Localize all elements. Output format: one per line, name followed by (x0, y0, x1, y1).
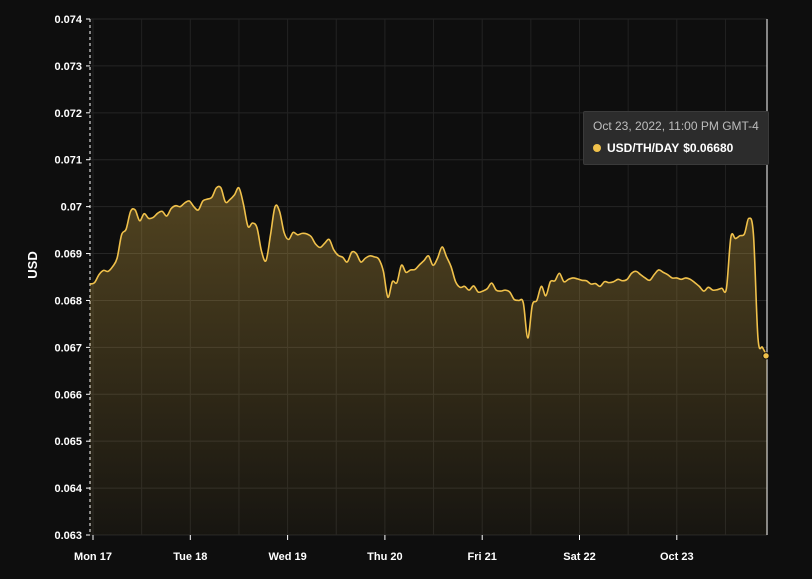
y-axis-ticks: 0.063 0.064 0.065 0.066 0.067 0.068 0.069 0.07 0… (54, 14, 90, 542)
x-tick-label: Wed 19 (268, 551, 306, 563)
x-tick-label: Tue 18 (173, 551, 207, 563)
y-tick-label: 0.071 (54, 155, 82, 167)
x-tick-label: Oct 23 (660, 551, 694, 563)
y-tick-label: 0.074 (54, 14, 82, 26)
tooltip-series-name: USD/TH/DAY (607, 141, 680, 155)
hover-tooltip: Oct 23, 2022, 11:00 PM GMT-4 USD/TH/DAY … (583, 111, 769, 165)
y-tick-label: 0.065 (54, 436, 82, 448)
x-tick-label: Mon 17 (74, 551, 112, 563)
y-tick-label: 0.067 (54, 342, 82, 354)
y-tick-label: 0.072 (54, 108, 82, 120)
tooltip-date: Oct 23, 2022, 11:00 PM GMT-4 (593, 119, 759, 133)
y-tick-label: 0.069 (54, 249, 82, 261)
y-tick-label: 0.073 (54, 61, 82, 73)
x-tick-label: Sat 22 (563, 551, 595, 563)
y-tick-label: 0.068 (54, 295, 82, 307)
series-dot-icon (593, 144, 601, 152)
y-tick-label: 0.064 (54, 483, 82, 495)
x-tick-label: Fri 21 (468, 551, 497, 563)
hover-point[interactable] (762, 352, 770, 360)
series-area (90, 186, 767, 535)
x-tick-label: Thu 20 (367, 551, 402, 563)
y-axis-label: USD (25, 251, 40, 278)
chart-root: 0.063 0.064 0.065 0.066 0.067 0.068 0.069 0.07 0… (0, 0, 812, 579)
tooltip-row: USD/TH/DAY $0.06680 (593, 141, 759, 155)
x-axis-ticks: Mon 17 Tue 18 Wed 19 Thu 20 Fri 21 Sat 22 Oct … (74, 535, 694, 563)
y-tick-label: 0.066 (54, 389, 82, 401)
y-tick-label: 0.063 (54, 530, 82, 542)
y-tick-label: 0.07 (61, 202, 82, 214)
tooltip-value: $0.06680 (683, 141, 734, 155)
price-chart[interactable]: 0.063 0.064 0.065 0.066 0.067 0.068 0.069 0.07 0… (0, 0, 812, 579)
